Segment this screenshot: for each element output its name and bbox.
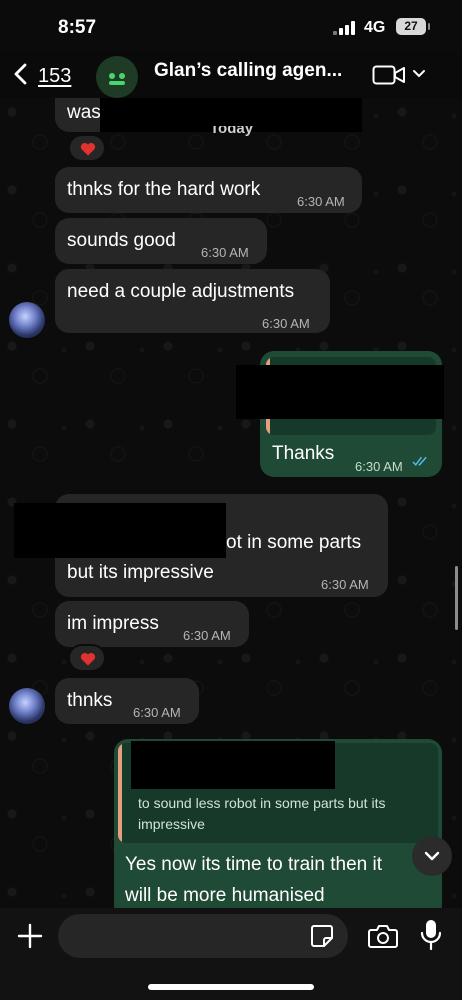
back-unread-count[interactable]: 153 (38, 65, 71, 88)
redacted-area (236, 365, 444, 419)
sender-avatar[interactable] (9, 688, 45, 724)
message-time: 6:30 AM (355, 459, 403, 474)
message-bubble[interactable]: thnks 6:30 AM (55, 678, 199, 724)
reaction-badge[interactable] (68, 644, 106, 672)
message-time: 6:30 AM (297, 194, 345, 209)
date-divider: Today (210, 126, 254, 137)
message-bubble[interactable]: need a couple adjustments 6:30 AM (55, 269, 330, 333)
message-text-line: Yes now its time to train then it (125, 854, 382, 875)
message-text-line: will be more humanised (125, 885, 325, 906)
sender-avatar[interactable] (9, 302, 45, 338)
message-text: was (67, 102, 101, 123)
message-time: 6:30 AM (133, 705, 181, 720)
video-camera-icon[interactable] (372, 64, 406, 86)
quoted-text-line: impressive (138, 816, 205, 832)
message-text: sounds good (67, 230, 176, 251)
network-label: 4G (364, 19, 386, 36)
redacted-area (131, 741, 335, 789)
signal-icon (333, 21, 355, 35)
scrollbar[interactable] (455, 566, 458, 630)
status-bar: 8:57 4G 27 (0, 0, 462, 52)
quoted-text-line: to sound less robot in some parts but it… (138, 795, 386, 811)
status-time: 8:57 (58, 17, 97, 38)
sticker-icon[interactable] (310, 924, 334, 948)
message-time: 6:30 AM (183, 628, 231, 643)
double-check-icon (412, 456, 427, 466)
message-bubble[interactable]: sounds good 6:30 AM (55, 218, 267, 264)
reaction-badge[interactable] (68, 134, 106, 162)
message-text: thnks for the hard work (67, 179, 261, 200)
message-time: 6:30 AM (201, 245, 249, 260)
heart-icon (80, 652, 96, 666)
battery-icon: 27 (396, 18, 430, 35)
message-text: Thanks (272, 443, 335, 464)
camera-icon[interactable] (368, 923, 398, 949)
composer-bar (0, 908, 462, 1000)
chevron-left-icon[interactable] (10, 63, 32, 85)
heart-icon (80, 142, 96, 156)
message-time: 6:30 AM (321, 577, 369, 592)
message-time: 6:30 AM (262, 316, 310, 331)
plus-icon[interactable] (16, 922, 44, 950)
message-bubble[interactable]: im impress 6:30 AM (55, 601, 249, 647)
chat-header: 153 Glan’s calling agen... (0, 52, 462, 98)
message-input[interactable] (58, 914, 348, 958)
chevron-down-icon (424, 851, 440, 861)
message-text: im impress (67, 613, 159, 634)
message-text: thnks (67, 690, 113, 711)
message-text: need a couple adjustments (67, 281, 295, 302)
chat-title[interactable]: Glan’s calling agen... (154, 60, 364, 82)
microphone-icon[interactable] (420, 919, 442, 951)
battery-level: 27 (404, 19, 418, 33)
message-text-line: ot in some parts (226, 532, 362, 553)
group-avatar[interactable] (96, 56, 138, 98)
message-text-line: but its impressive (67, 562, 214, 583)
home-indicator (148, 984, 314, 990)
message-bubble[interactable]: thnks for the hard work 6:30 AM (55, 167, 362, 213)
redacted-area (14, 503, 226, 558)
chevron-down-icon[interactable] (412, 68, 426, 80)
scroll-to-bottom-button[interactable] (412, 836, 452, 876)
